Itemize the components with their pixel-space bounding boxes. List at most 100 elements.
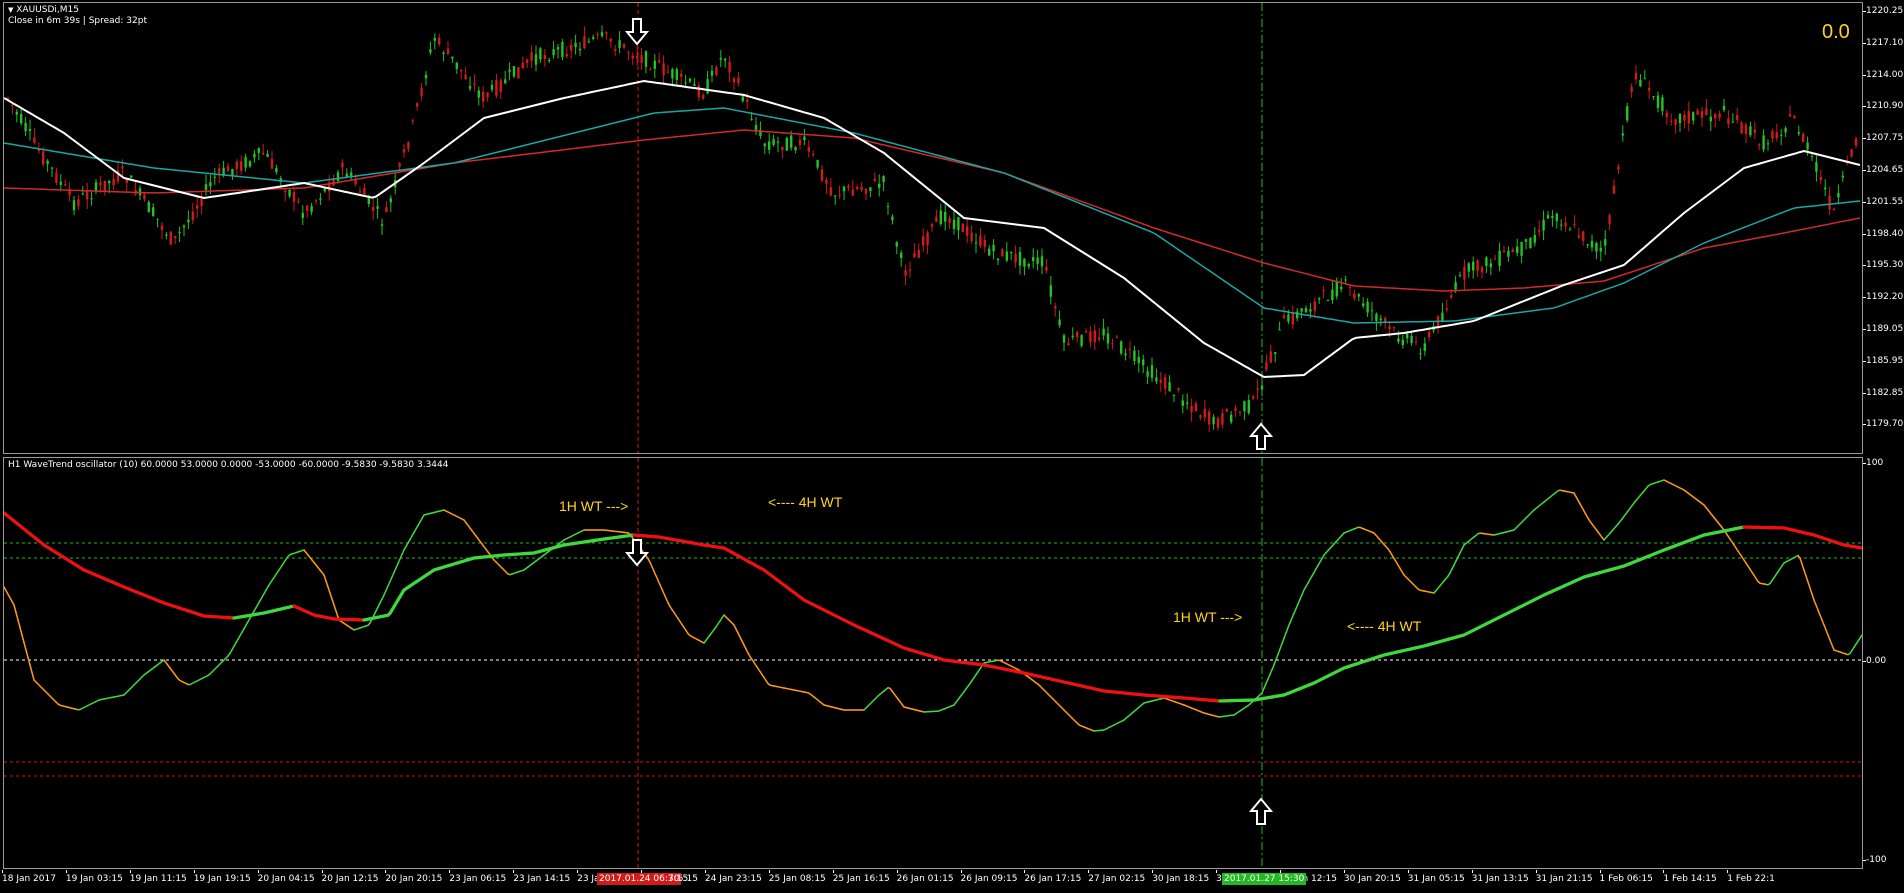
buy-arrow-osc-icon[interactable] (1249, 797, 1273, 825)
candle-body (636, 55, 639, 59)
candle-body (460, 69, 463, 72)
chevron-down-icon[interactable]: ▼ (8, 6, 13, 14)
candle-body (1643, 78, 1646, 80)
candle-body (763, 143, 766, 147)
candle-body (904, 270, 907, 276)
candle-body (957, 217, 960, 231)
wt-1h-segment (1809, 587, 1813, 595)
candle-body (1485, 257, 1488, 266)
candle-body (1146, 371, 1149, 377)
candle-body (1392, 327, 1396, 329)
candle-body (1516, 246, 1519, 253)
candle-body (1406, 333, 1409, 339)
candle-body (455, 62, 458, 69)
candle-body (1590, 240, 1594, 248)
candle-body (1533, 235, 1536, 243)
candle-body (561, 41, 564, 58)
candle-body (275, 168, 278, 173)
wt-1h-segment (1819, 614, 1823, 621)
candle-body (1736, 114, 1739, 120)
candle-body (688, 78, 692, 82)
candle-body (1058, 319, 1061, 326)
ma-mid-line (4, 107, 1861, 324)
candle-body (1832, 208, 1836, 211)
candle-body (1331, 289, 1334, 301)
oscillator-scale[interactable]: 100 0.00 -100 (1862, 457, 1904, 869)
candle-body (1802, 133, 1805, 143)
candle-body (1740, 122, 1743, 134)
candle-body (1445, 308, 1448, 310)
wt-1h-segment (1859, 634, 1862, 639)
candle-body (1828, 195, 1831, 210)
candle-body (187, 219, 190, 223)
candle-body (517, 67, 520, 79)
sell-arrow-icon[interactable] (625, 18, 649, 46)
candle-body (1071, 335, 1074, 338)
buy-arrow-icon[interactable] (1249, 422, 1273, 450)
candle-body (1837, 192, 1840, 198)
candle-body (790, 135, 793, 148)
wavetrend-pane[interactable]: H1 WaveTrend oscillator (10) 60.0000 53.… (3, 457, 1863, 869)
candle-body (1595, 242, 1598, 252)
candle-body (1758, 144, 1761, 146)
candle-body (490, 85, 494, 90)
counter-value: 0.0 (1822, 21, 1850, 43)
candle-body (935, 216, 938, 222)
price-pane[interactable]: ▼ XAUUSDi,M15 Close in 6m 39s | Spread: … (3, 2, 1863, 454)
candle-body (1665, 112, 1668, 118)
candle-body (891, 216, 894, 221)
candle-body (94, 182, 98, 191)
wt-1h-segment (21, 634, 25, 644)
wt-4h-line (4, 511, 1862, 703)
candle-body (336, 172, 340, 181)
chart-window[interactable]: ▼ XAUUSDi,M15 Close in 6m 39s | Spread: … (0, 0, 1904, 893)
candle-body (407, 142, 410, 149)
time-axis[interactable]: 1 Feb 22:1 1 Feb 14:15 1 Feb 06:15 31 Jan 2… (0, 870, 1904, 893)
candle-body (504, 79, 507, 84)
candle-body (1476, 260, 1479, 271)
price-tick: 1182.85 (1862, 387, 1904, 398)
candle-body (306, 205, 309, 211)
price-chart[interactable] (4, 3, 1863, 454)
time-label: 30 Jan 20:15 (1343, 870, 1401, 884)
candle-body (772, 139, 775, 145)
candle-body (1551, 216, 1554, 219)
wt-1h-segment (335, 610, 339, 618)
candle-body (1089, 331, 1092, 343)
candle-body (1700, 111, 1704, 118)
candle-body (1762, 135, 1765, 150)
candle-body (160, 225, 164, 231)
candle-body (548, 59, 551, 62)
wt-1h-line (4, 479, 1862, 732)
candle-body (226, 166, 230, 172)
candle-body (1819, 176, 1822, 181)
wt-1h-segment (1283, 632, 1287, 640)
candle-body (543, 54, 546, 60)
wt-1h-segment (1813, 599, 1817, 606)
candle-body (1005, 251, 1008, 261)
wt-1h-segment (1297, 598, 1301, 605)
sell-arrow-osc-icon[interactable] (625, 539, 649, 567)
price-scale[interactable]: 1220.25 1217.10 1214.00 1210.90 1207.75 1204.… (1862, 2, 1904, 454)
candle-body (768, 141, 771, 150)
candle-body (1274, 352, 1277, 354)
price-tick: 1185.95 (1862, 355, 1904, 366)
candle-body (1040, 256, 1044, 267)
candle-body (1238, 411, 1242, 413)
candle-body (961, 223, 964, 233)
time-label: 25 Jan 08:15 (768, 870, 826, 884)
time-label: 1 Feb 06:15 (1599, 870, 1653, 884)
wt-1h-segment (323, 574, 327, 582)
candle-body (534, 54, 538, 65)
candle-body (530, 52, 533, 61)
wavetrend-chart[interactable] (4, 458, 1863, 869)
candle-body (1480, 267, 1484, 273)
candle-body (1370, 310, 1374, 312)
candle-body (473, 83, 476, 85)
candle-body (930, 224, 934, 227)
candle-body (482, 91, 485, 102)
symbol-label[interactable]: ▼ XAUUSDi,M15 (8, 5, 79, 16)
time-label: 1 Feb 14:15 (1663, 870, 1717, 884)
candle-body (653, 60, 656, 69)
candle-body (1810, 156, 1814, 158)
